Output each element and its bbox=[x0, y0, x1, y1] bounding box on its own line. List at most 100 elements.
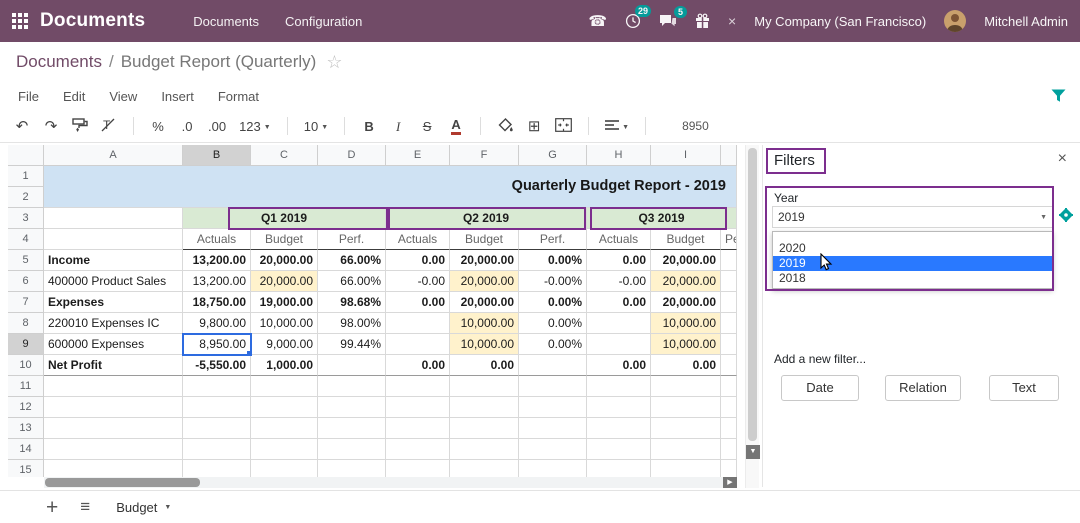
row-header-4[interactable]: 4 bbox=[8, 229, 44, 250]
cell-E15[interactable] bbox=[386, 460, 450, 477]
cell-G13[interactable] bbox=[519, 418, 587, 439]
cell-G15[interactable] bbox=[519, 460, 587, 477]
cell-F7[interactable]: 20,000.00 bbox=[450, 292, 519, 313]
undo-icon[interactable]: ↶ bbox=[14, 119, 30, 134]
cell-I12[interactable] bbox=[651, 397, 721, 418]
increase-decimal-button[interactable]: .00 bbox=[208, 120, 226, 133]
cell-A10[interactable]: Net Profit bbox=[44, 355, 183, 376]
cell-C12[interactable] bbox=[251, 397, 318, 418]
cell-C10[interactable]: 1,000.00 bbox=[251, 355, 318, 376]
cell-H14[interactable] bbox=[587, 439, 651, 460]
user-avatar[interactable] bbox=[944, 10, 966, 32]
cell-A12[interactable] bbox=[44, 397, 183, 418]
filter-funnel-icon[interactable] bbox=[1051, 89, 1066, 106]
paint-format-icon[interactable] bbox=[72, 118, 88, 135]
cell-J10[interactable] bbox=[721, 355, 737, 376]
scroll-right-arrow[interactable]: ▶ bbox=[723, 477, 737, 488]
cell-content-preview[interactable]: 8950 bbox=[682, 119, 709, 133]
cell-I11[interactable] bbox=[651, 376, 721, 397]
cell-F6[interactable]: 20,000.00 bbox=[450, 271, 519, 292]
cell-I13[interactable] bbox=[651, 418, 721, 439]
menu-insert[interactable]: Insert bbox=[161, 89, 194, 104]
cell-J14[interactable] bbox=[721, 439, 737, 460]
grid-corner[interactable] bbox=[8, 145, 44, 166]
menu-configuration[interactable]: Configuration bbox=[285, 14, 362, 29]
cell-C9[interactable]: 9,000.00 bbox=[251, 334, 318, 355]
cell-G11[interactable] bbox=[519, 376, 587, 397]
cell-G14[interactable] bbox=[519, 439, 587, 460]
cell-J5[interactable] bbox=[721, 250, 737, 271]
cell-C6[interactable]: 20,000.00 bbox=[251, 271, 318, 292]
row-header-8[interactable]: 8 bbox=[8, 313, 44, 334]
cell-A7[interactable]: Expenses bbox=[44, 292, 183, 313]
menu-edit[interactable]: Edit bbox=[63, 89, 85, 104]
cell-D9[interactable]: 99.44% bbox=[318, 334, 386, 355]
gift-icon[interactable] bbox=[695, 13, 710, 29]
cell-F9[interactable]: 10,000.00 bbox=[450, 334, 519, 355]
cell-B8[interactable]: 9,800.00 bbox=[183, 313, 251, 334]
merge-cells-icon[interactable] bbox=[555, 118, 572, 134]
font-size-dropdown[interactable]: 10▼ bbox=[304, 120, 328, 133]
bold-button[interactable]: B bbox=[361, 120, 377, 133]
cell-D13[interactable] bbox=[318, 418, 386, 439]
cell-D8[interactable]: 98.00% bbox=[318, 313, 386, 334]
cell-J11[interactable] bbox=[721, 376, 737, 397]
year-option-2018[interactable]: 2018 bbox=[773, 271, 1052, 286]
cell-A6[interactable]: 400000 Product Sales bbox=[44, 271, 183, 292]
cell-G6[interactable]: -0.00% bbox=[519, 271, 587, 292]
cell-H15[interactable] bbox=[587, 460, 651, 477]
favorite-star-icon[interactable]: ☆ bbox=[326, 52, 342, 73]
row-header-5[interactable]: 5 bbox=[8, 250, 44, 271]
cell-H12[interactable] bbox=[587, 397, 651, 418]
cell-D5[interactable]: 66.00% bbox=[318, 250, 386, 271]
cell-I7[interactable]: 20,000.00 bbox=[651, 292, 721, 313]
user-menu[interactable]: Mitchell Admin bbox=[984, 14, 1068, 29]
sheet-tab-budget[interactable]: Budget ▼ bbox=[116, 500, 171, 515]
cell-J15[interactable] bbox=[721, 460, 737, 477]
cell-C13[interactable] bbox=[251, 418, 318, 439]
cell-A14[interactable] bbox=[44, 439, 183, 460]
year-option-2019[interactable]: 2019 bbox=[773, 256, 1052, 271]
col-header-H[interactable]: H bbox=[587, 145, 651, 166]
fill-color-icon[interactable] bbox=[497, 118, 513, 135]
subheader-9[interactable]: Perf. bbox=[721, 229, 737, 250]
cell-F10[interactable]: 0.00 bbox=[450, 355, 519, 376]
cell-C11[interactable] bbox=[251, 376, 318, 397]
cell-D7[interactable]: 98.68% bbox=[318, 292, 386, 313]
col-header-E[interactable]: E bbox=[386, 145, 450, 166]
filter-type-text-button[interactable]: Text bbox=[989, 375, 1059, 401]
cell-J9[interactable] bbox=[721, 334, 737, 355]
cell-D11[interactable] bbox=[318, 376, 386, 397]
row-header-9[interactable]: 9 bbox=[8, 334, 44, 355]
cell-E6[interactable]: -0.00 bbox=[386, 271, 450, 292]
cell-E12[interactable] bbox=[386, 397, 450, 418]
cell-I10[interactable]: 0.00 bbox=[651, 355, 721, 376]
cell-J13[interactable] bbox=[721, 418, 737, 439]
cell-A4[interactable] bbox=[44, 229, 183, 250]
vertical-scrollbar[interactable]: ▼ bbox=[745, 145, 759, 488]
col-header-stub[interactable] bbox=[721, 145, 737, 166]
borders-icon[interactable]: ⊞ bbox=[526, 119, 542, 134]
horizontal-scrollbar[interactable]: ▶ bbox=[44, 477, 737, 488]
apps-grid-icon[interactable] bbox=[12, 13, 28, 29]
cell-H9[interactable] bbox=[587, 334, 651, 355]
company-switcher[interactable]: My Company (San Francisco) bbox=[754, 14, 926, 29]
breadcrumb-documents-link[interactable]: Documents bbox=[16, 52, 102, 72]
cell-E8[interactable] bbox=[386, 313, 450, 334]
row-header-15[interactable]: 15 bbox=[8, 460, 44, 477]
text-color-button[interactable]: A bbox=[448, 118, 464, 135]
cell-A5[interactable]: Income bbox=[44, 250, 183, 271]
cell-A9[interactable]: 600000 Expenses bbox=[44, 334, 183, 355]
cell-E14[interactable] bbox=[386, 439, 450, 460]
close-filters-icon[interactable]: × bbox=[1058, 151, 1067, 167]
row-header-14[interactable]: 14 bbox=[8, 439, 44, 460]
cell-F12[interactable] bbox=[450, 397, 519, 418]
cell-D14[interactable] bbox=[318, 439, 386, 460]
cell-H6[interactable]: -0.00 bbox=[587, 271, 651, 292]
gear-icon[interactable] bbox=[1059, 208, 1073, 227]
col-header-G[interactable]: G bbox=[519, 145, 587, 166]
cell-F15[interactable] bbox=[450, 460, 519, 477]
cell-C5[interactable]: 20,000.00 bbox=[251, 250, 318, 271]
phone-icon[interactable]: ☎ bbox=[588, 14, 607, 29]
filter-type-relation-button[interactable]: Relation bbox=[885, 375, 961, 401]
